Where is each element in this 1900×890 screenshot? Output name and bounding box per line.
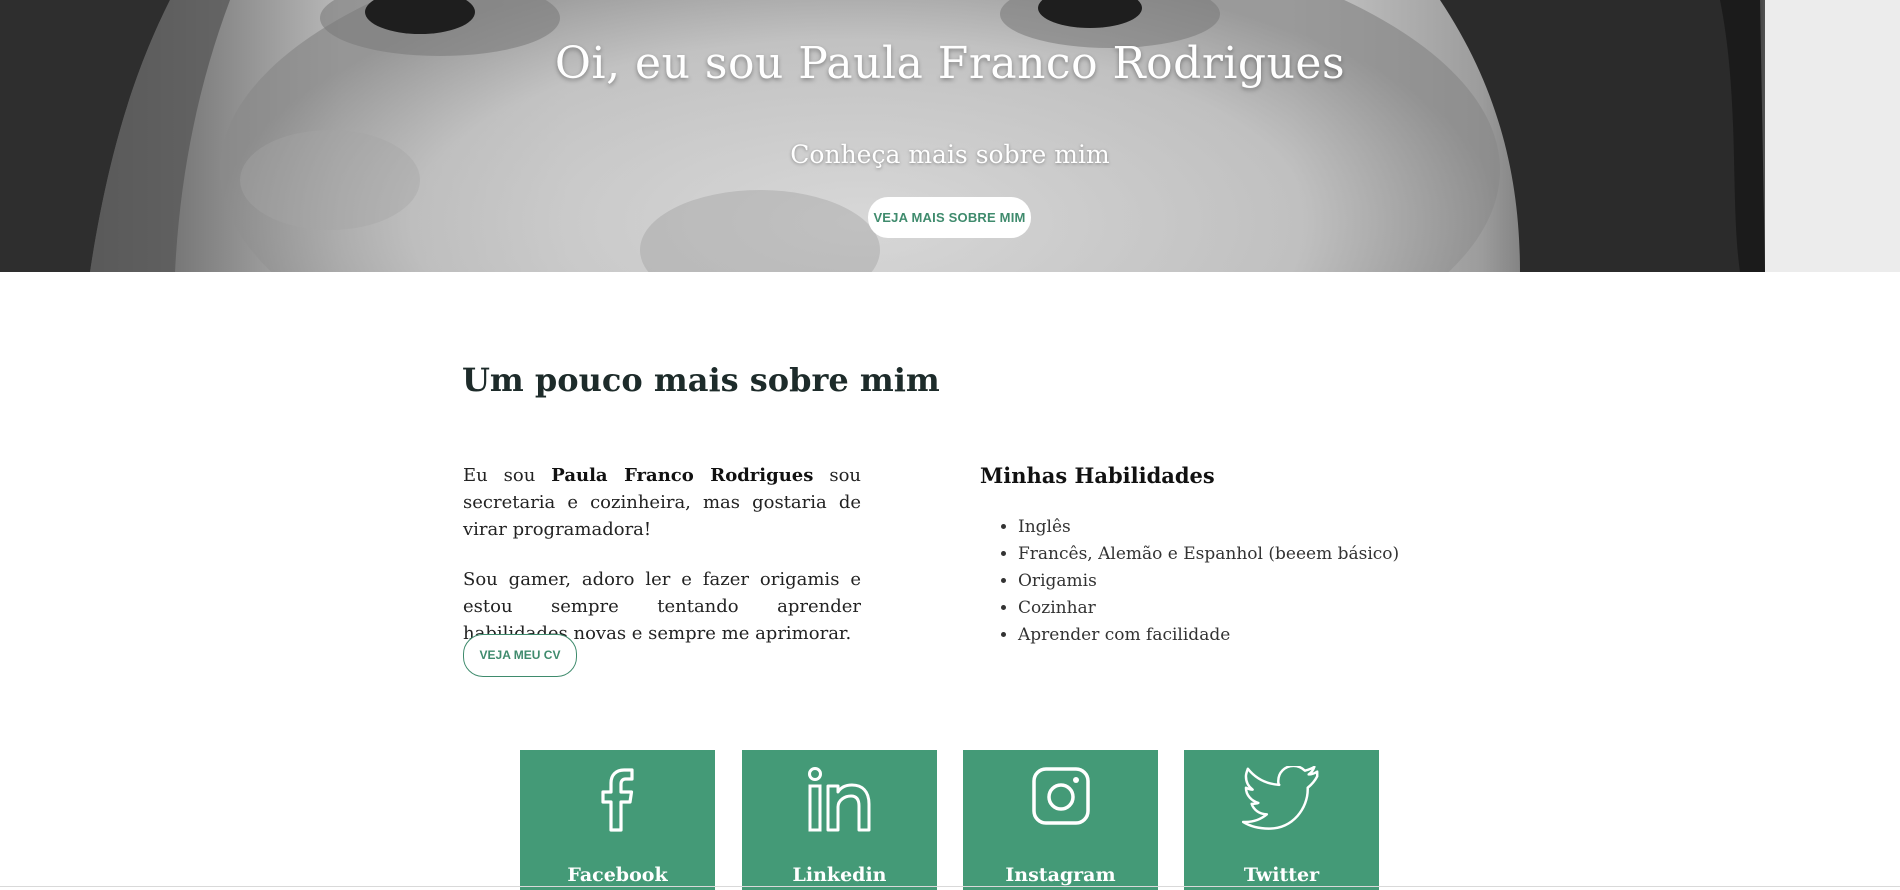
hero-title: Oi, eu sou Paula Franco Rodrigues <box>554 38 1346 89</box>
skill-item: Origamis <box>1018 568 1399 595</box>
twitter-label: Twitter <box>1243 864 1320 886</box>
linkedin-label: Linkedin <box>792 864 887 886</box>
skill-item: Aprender com facilidade <box>1018 622 1399 649</box>
see-more-about-me-button[interactable]: VEJA MAIS SOBRE MIM <box>868 197 1031 238</box>
skill-item: Cozinhar <box>1018 595 1399 622</box>
instagram-label: Instagram <box>1005 864 1116 886</box>
linkedin-card[interactable]: Linkedin <box>742 750 937 890</box>
twitter-card[interactable]: Twitter <box>1184 750 1379 890</box>
see-cv-button[interactable]: VEJA MEU CV <box>463 634 577 677</box>
skills-list: Inglês Francês, Alemão e Espanhol (beeem… <box>980 514 1399 649</box>
skill-item: Inglês <box>1018 514 1399 541</box>
about-intro-prefix: Eu sou <box>463 465 552 486</box>
hero-subtitle: Conheça mais sobre mim <box>790 140 1110 169</box>
linkedin-icon <box>807 767 870 832</box>
page-bottom-divider <box>0 886 1900 887</box>
about-heading: Um pouco mais sobre mim <box>462 361 940 399</box>
about-intro-name: Paula Franco Rodrigues <box>551 465 814 486</box>
instagram-card[interactable]: Instagram <box>963 750 1158 890</box>
instagram-icon <box>1031 767 1090 825</box>
about-intro-paragraph: Eu sou Paula Franco Rodrigues sou secret… <box>463 462 861 543</box>
twitter-icon <box>1241 766 1318 830</box>
social-cards: Facebook Linkedin Instagram Twitter <box>520 750 1380 890</box>
facebook-card[interactable]: Facebook <box>520 750 715 890</box>
facebook-label: Facebook <box>567 864 668 886</box>
facebook-icon <box>600 768 634 832</box>
skills-heading: Minhas Habilidades <box>980 463 1215 488</box>
skill-item: Francês, Alemão e Espanhol (beeem básico… <box>1018 541 1399 568</box>
